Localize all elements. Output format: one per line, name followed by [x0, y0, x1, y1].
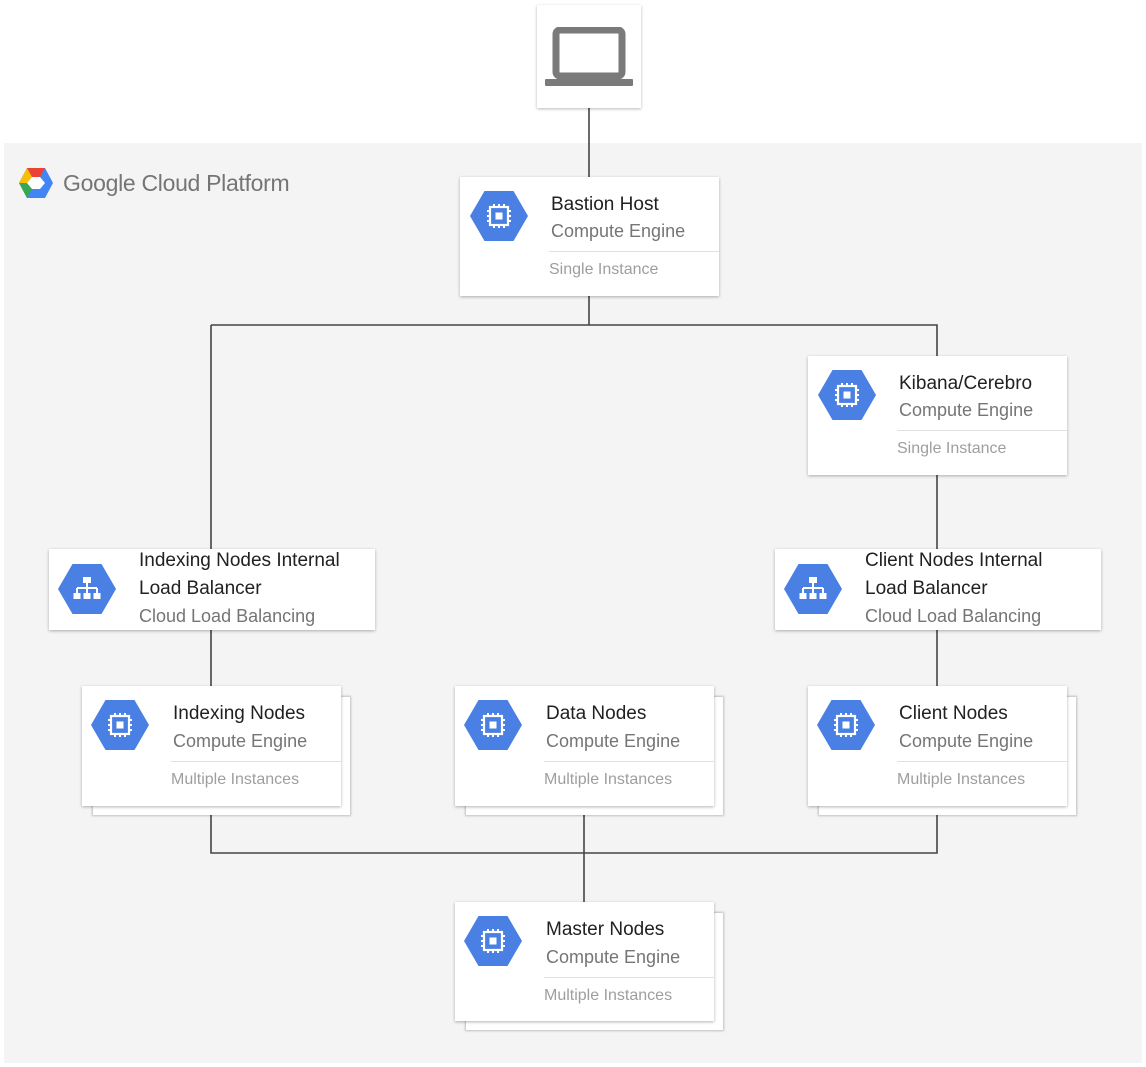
compute-engine-icon	[470, 191, 528, 241]
card-divider	[897, 430, 1067, 431]
card-instance-note: Multiple Instances	[897, 771, 1026, 788]
indexing-nodes-card[interactable]: Indexing Nodes Compute Engine Multiple I…	[82, 686, 341, 806]
card-divider	[544, 977, 714, 978]
card-service: Compute Engine	[551, 221, 686, 241]
cloud-load-balancing-icon	[58, 564, 116, 614]
card-service: Compute Engine	[173, 731, 308, 751]
client-load-balancer-card[interactable]: Client Nodes Internal Load Balancer Clou…	[775, 549, 1101, 630]
connector-kibana-branch	[589, 324, 938, 356]
card-title: Kibana/Cerebro	[899, 373, 1033, 394]
card-service: Compute Engine	[546, 731, 681, 751]
card-title: Client Nodes	[899, 703, 1008, 724]
card-title: Indexing Nodes	[173, 703, 306, 724]
indexing-load-balancer-card[interactable]: Indexing Nodes Internal Load Balancer Cl…	[49, 549, 375, 630]
cloud-load-balancing-icon	[784, 564, 842, 614]
card-instance-note: Single Instance	[897, 440, 1007, 457]
gcp-hexagon-logo-icon	[19, 168, 53, 198]
connector-nodes-bus	[210, 806, 938, 854]
compute-engine-icon	[818, 370, 876, 420]
card-divider	[171, 761, 341, 762]
card-service: Compute Engine	[899, 731, 1034, 751]
client-nodes-card[interactable]: Client Nodes Compute Engine Multiple Ins…	[808, 686, 1067, 806]
card-title: Data Nodes	[546, 703, 647, 724]
card-title-line1: Indexing Nodes Internal	[139, 550, 340, 571]
kibana-cerebro-card[interactable]: Kibana/Cerebro Compute Engine Single Ins…	[808, 356, 1067, 475]
card-title: Master Nodes	[546, 919, 665, 940]
compute-engine-icon	[464, 916, 522, 966]
compute-engine-icon	[464, 700, 522, 750]
card-title-line2: Load Balancer	[865, 578, 988, 599]
card-service: Compute Engine	[899, 400, 1034, 420]
card-instance-note: Multiple Instances	[544, 987, 673, 1004]
card-divider	[897, 761, 1067, 762]
gcp-logo: Google Cloud Platform	[18, 166, 290, 200]
data-nodes-card[interactable]: Data Nodes Compute Engine Multiple Insta…	[455, 686, 714, 806]
master-nodes-card[interactable]: Master Nodes Compute Engine Multiple Ins…	[455, 902, 714, 1021]
compute-engine-icon	[91, 700, 149, 750]
card-service: Compute Engine	[546, 947, 681, 967]
card-title-line1: Client Nodes Internal	[865, 550, 1043, 571]
user-laptop-node[interactable]	[537, 5, 641, 108]
card-title-line2: Load Balancer	[139, 578, 262, 599]
card-instance-note: Multiple Instances	[171, 771, 300, 788]
bastion-host-card[interactable]: Bastion Host Compute Engine Single Insta…	[460, 177, 719, 296]
platform-name: Google Cloud Platform	[63, 169, 290, 196]
card-divider	[544, 761, 714, 762]
card-divider	[549, 251, 719, 252]
card-title: Bastion Host	[551, 194, 659, 215]
laptop-icon	[545, 26, 633, 86]
card-service: Cloud Load Balancing	[139, 606, 316, 626]
compute-engine-icon	[817, 700, 875, 750]
card-instance-note: Multiple Instances	[544, 771, 673, 788]
card-instance-note: Single Instance	[549, 261, 659, 278]
card-service: Cloud Load Balancing	[865, 606, 1042, 626]
connector-indexing-branch	[210, 324, 589, 549]
